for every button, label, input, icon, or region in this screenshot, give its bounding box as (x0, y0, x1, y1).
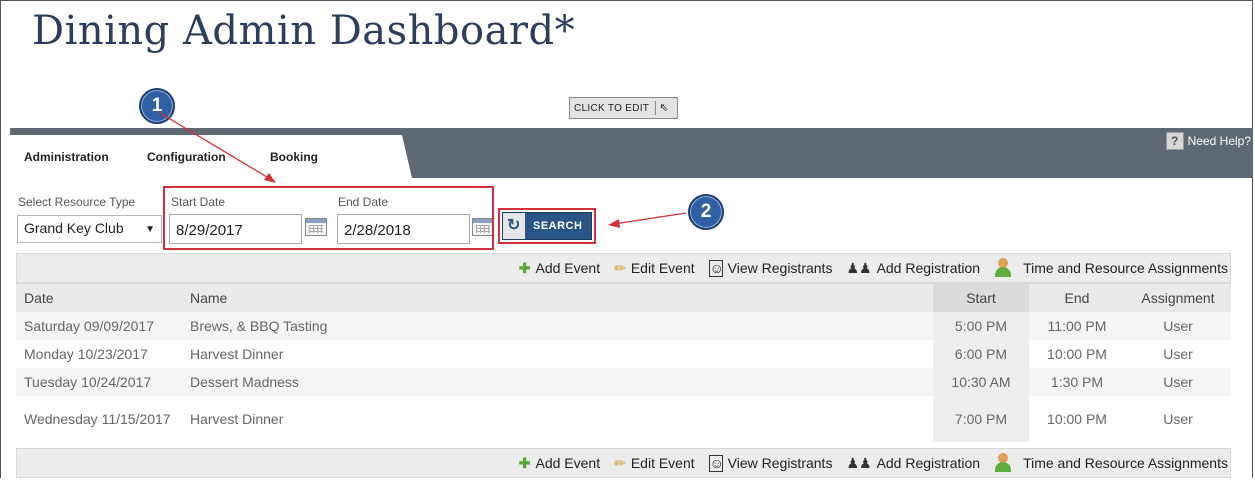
cell-start: 6:00 PM (933, 340, 1029, 368)
cell-date: Tuesday 10/24/2017 (16, 368, 182, 396)
assignments-button[interactable]: Time and Resource Assignments (994, 453, 1228, 473)
column-header-end[interactable]: End (1029, 283, 1125, 312)
document-icon: ☺ (708, 454, 724, 472)
add-registration-button[interactable]: ♟♟ Add Registration (846, 260, 980, 277)
edit-event-label: Edit Event (630, 260, 695, 276)
table-row[interactable]: Tuesday 10/24/2017 Dessert Madness 10:30… (16, 368, 1231, 396)
event-toolbar-top: ✚ Add Event ✏ Edit Event ☺ View Registrants… (16, 253, 1231, 283)
pencil-icon: ✏ (614, 454, 626, 471)
view-registrants-button[interactable]: ☺ View Registrants (708, 454, 833, 472)
cell-end: 10:00 PM (1029, 396, 1125, 442)
table-header-row: Date Name Start End Assignment (16, 283, 1231, 312)
cell-name: Brews, & BBQ Tasting (182, 312, 933, 340)
table-row[interactable]: Saturday 09/09/2017 Brews, & BBQ Tasting… (16, 312, 1231, 340)
person-icon (994, 453, 1012, 473)
column-header-start[interactable]: Start (933, 283, 1029, 312)
plus-icon: ✚ (518, 259, 531, 276)
cell-assignment: User (1125, 396, 1231, 442)
edit-event-button[interactable]: ✏ Edit Event (614, 455, 695, 472)
add-event-label: Add Event (535, 260, 601, 276)
cell-date: Saturday 09/09/2017 (16, 312, 182, 340)
cell-assignment: User (1125, 368, 1231, 396)
cell-assignment: User (1125, 340, 1231, 368)
cell-assignment: User (1125, 312, 1231, 340)
cell-end: 11:00 PM (1029, 312, 1125, 340)
edit-event-button[interactable]: ✏ Edit Event (614, 260, 695, 277)
cell-date: Monday 10/23/2017 (16, 340, 182, 368)
column-header-assignment[interactable]: Assignment (1125, 283, 1231, 312)
add-event-button[interactable]: ✚ Add Event (519, 455, 600, 472)
assignments-label: Time and Resource Assignments (1023, 455, 1228, 471)
pencil-icon: ✏ (614, 259, 626, 276)
callout-arrow-2 (613, 212, 687, 225)
table-row[interactable]: Monday 10/23/2017 Harvest Dinner 6:00 PM… (16, 340, 1231, 368)
people-icon: ♟♟ (846, 454, 872, 471)
events-table: Date Name Start End Assignment Saturday … (16, 283, 1231, 442)
person-icon (994, 258, 1012, 278)
cell-start: 5:00 PM (933, 312, 1029, 340)
add-registration-button[interactable]: ♟♟ Add Registration (846, 455, 980, 472)
document-icon: ☺ (708, 259, 724, 277)
cell-date: Wednesday 11/15/2017 (16, 396, 182, 442)
view-registrants-label: View Registrants (727, 260, 833, 276)
add-event-button[interactable]: ✚ Add Event (519, 260, 600, 277)
cell-end: 10:00 PM (1029, 340, 1125, 368)
assignments-button[interactable]: Time and Resource Assignments (994, 258, 1228, 278)
plus-icon: ✚ (518, 454, 531, 471)
add-registration-label: Add Registration (876, 260, 981, 276)
table-row[interactable]: Wednesday 11/15/2017 Harvest Dinner 7:00… (16, 396, 1231, 442)
column-header-date[interactable]: Date (16, 283, 182, 312)
cell-name: Dessert Madness (182, 368, 933, 396)
cell-end: 1:30 PM (1029, 368, 1125, 396)
arrowhead-1 (264, 173, 276, 183)
cell-start: 7:00 PM (933, 396, 1029, 442)
cell-start: 10:30 AM (933, 368, 1029, 396)
add-registration-label: Add Registration (876, 455, 981, 471)
edit-event-label: Edit Event (630, 455, 695, 471)
people-icon: ♟♟ (846, 259, 872, 276)
event-toolbar-bottom: ✚ Add Event ✏ Edit Event ☺ View Registrants… (16, 448, 1231, 478)
callout-arrow-1 (159, 112, 273, 181)
column-header-name[interactable]: Name (182, 283, 933, 312)
view-registrants-label: View Registrants (727, 455, 833, 471)
assignments-label: Time and Resource Assignments (1023, 260, 1228, 276)
cell-name: Harvest Dinner (182, 396, 933, 442)
cell-name: Harvest Dinner (182, 340, 933, 368)
view-registrants-button[interactable]: ☺ View Registrants (708, 259, 833, 277)
add-event-label: Add Event (535, 455, 601, 471)
arrowhead-2 (608, 219, 620, 228)
